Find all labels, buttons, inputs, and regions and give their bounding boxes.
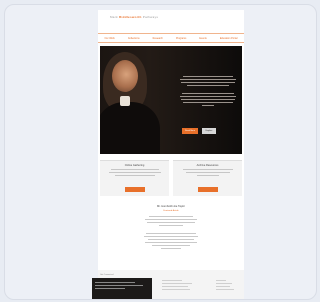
footer-links-2 (216, 278, 234, 290)
feature-subtitle[interactable]: Featured Article (98, 210, 244, 212)
nav-item-programs[interactable]: Programs (176, 37, 186, 40)
hero-body-text (178, 76, 238, 108)
footer-links-1 (162, 278, 192, 290)
hero-actions: Read More Explore (182, 128, 216, 134)
card-button[interactable] (124, 187, 145, 192)
nav-item-events[interactable]: Events (199, 37, 206, 40)
card-button[interactable] (197, 187, 218, 192)
feature-section: Mr. Humboldt Joe Taylor Featured Article (98, 202, 244, 266)
card-archive-resources: Archive Resources (173, 160, 242, 196)
site-header: Mark Riddlesworth Pathways (98, 10, 244, 32)
nav-item-research[interactable]: Research (153, 37, 163, 40)
card-title: Archive Resources (196, 164, 219, 167)
nav-item-collections[interactable]: Collections (128, 37, 140, 40)
hero-banner: Read More Explore (100, 46, 242, 154)
viewport-frame: Mark Riddlesworth Pathways Our Work Coll… (4, 4, 317, 300)
feature-title: Mr. Humboldt Joe Taylor (157, 205, 185, 208)
hero-primary-button[interactable]: Read More (182, 128, 198, 134)
main-navigation: Our Work Collections Research Programs E… (98, 33, 244, 43)
nav-item-education-portal[interactable]: Education Portal (220, 37, 238, 40)
footer-label: Get Connected (100, 274, 114, 276)
site-logo[interactable]: Mark Riddlesworth Pathways (110, 15, 158, 19)
card-online-gathering: Online Gathering (100, 160, 169, 196)
newsletter-block (92, 278, 152, 299)
portrait-face (112, 60, 138, 92)
web-page: Mark Riddlesworth Pathways Our Work Coll… (92, 10, 244, 299)
card-title: Online Gathering (124, 164, 145, 167)
site-footer: Get Connected (92, 270, 244, 299)
nav-item-our-work[interactable]: Our Work (105, 37, 115, 40)
portrait-coat (100, 102, 160, 154)
portrait-collar (120, 96, 130, 106)
hero-secondary-button[interactable]: Explore (202, 128, 216, 134)
card-row: Online Gathering Archive Resources (100, 160, 242, 196)
